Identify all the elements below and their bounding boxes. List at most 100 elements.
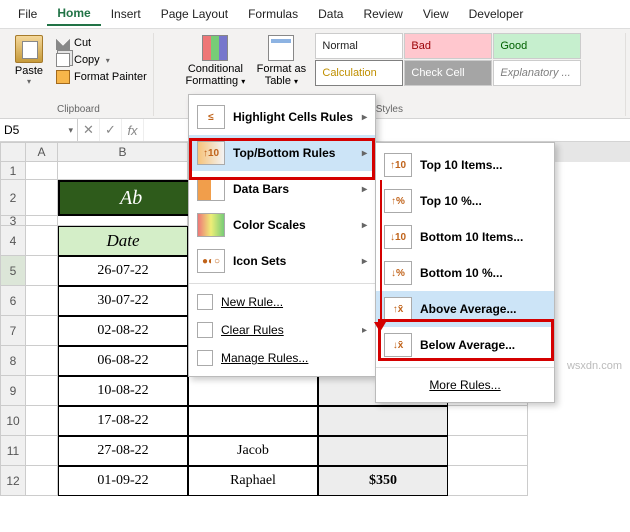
cell[interactable] [318, 406, 448, 436]
tab-developer[interactable]: Developer [459, 3, 534, 25]
col-header-b[interactable]: B [58, 142, 188, 162]
cell-name[interactable]: Jacob [188, 436, 318, 466]
tab-page-layout[interactable]: Page Layout [151, 3, 238, 25]
menu-more-rules[interactable]: More Rules... [376, 372, 554, 398]
menu-manage-rules[interactable]: Manage Rules... [189, 344, 375, 372]
cell[interactable] [26, 466, 58, 496]
row-header-5[interactable]: 5 [0, 256, 26, 286]
tab-file[interactable]: File [8, 3, 47, 25]
bottom-10-items-icon: ↓10 [384, 225, 412, 249]
menu-top-10-percent[interactable]: ↑% Top 10 %... [376, 183, 554, 219]
cell-date[interactable]: 17-08-22 [58, 406, 188, 436]
cell[interactable] [26, 226, 58, 256]
cell[interactable] [26, 316, 58, 346]
row-header-1[interactable]: 1 [0, 162, 26, 180]
tab-insert[interactable]: Insert [101, 3, 151, 25]
row-header-7[interactable]: 7 [0, 316, 26, 346]
cell[interactable] [26, 180, 58, 216]
row-header-9[interactable]: 9 [0, 376, 26, 406]
menu-below-average[interactable]: ↓x̄ Below Average... [376, 327, 554, 363]
tab-formulas[interactable]: Formulas [238, 3, 308, 25]
cell[interactable] [448, 406, 528, 436]
row-header-6[interactable]: 6 [0, 286, 26, 316]
cell[interactable] [448, 436, 528, 466]
menu-bottom-10-items[interactable]: ↓10 Bottom 10 Items... [376, 219, 554, 255]
row-header-11[interactable]: 11 [0, 436, 26, 466]
chevron-right-icon: ▸ [362, 184, 367, 195]
tab-home[interactable]: Home [47, 2, 100, 26]
cell[interactable] [188, 406, 318, 436]
cell[interactable] [26, 406, 58, 436]
chevron-right-icon: ▸ [362, 256, 367, 267]
row-header-12[interactable]: 12 [0, 466, 26, 496]
menu-highlight-cells-rules[interactable]: ≤ Highlight Cells Rules ▸ [189, 99, 375, 135]
cell[interactable] [188, 376, 318, 406]
style-calculation[interactable]: Calculation [315, 60, 403, 86]
cell[interactable] [448, 466, 528, 496]
cell-date[interactable]: 10-08-22 [58, 376, 188, 406]
conditional-formatting-button[interactable]: Conditional Formatting ▾ [183, 33, 247, 101]
style-good[interactable]: Good [493, 33, 581, 59]
cell-name[interactable]: Raphael [188, 466, 318, 496]
cell-amount[interactable]: $350 [318, 466, 448, 496]
cell[interactable] [26, 216, 58, 226]
style-explanatory[interactable]: Explanatory ... [493, 60, 581, 86]
cell-date[interactable]: 26-07-22 [58, 256, 188, 286]
menu-color-scales[interactable]: Color Scales ▸ [189, 207, 375, 243]
select-all-corner[interactable] [0, 142, 26, 162]
clear-rules-icon [197, 322, 213, 338]
row-header-3[interactable]: 3 [0, 216, 26, 226]
top-bottom-icon: ↑10 [197, 141, 225, 165]
menu-clear-rules[interactable]: Clear Rules ▸ [189, 316, 375, 344]
watermark: wsxdn.com [567, 360, 622, 372]
cell-date[interactable]: 27-08-22 [58, 436, 188, 466]
cell-date[interactable]: 30-07-22 [58, 286, 188, 316]
color-scales-icon [197, 213, 225, 237]
data-bars-icon [197, 177, 225, 201]
tab-data[interactable]: Data [308, 3, 353, 25]
menu-top-10-items[interactable]: ↑10 Top 10 Items... [376, 147, 554, 183]
cell[interactable] [58, 162, 188, 180]
tab-view[interactable]: View [413, 3, 459, 25]
header-date[interactable]: Date [58, 226, 188, 256]
chevron-down-icon: ▾ [68, 125, 73, 136]
style-normal[interactable]: Normal [315, 33, 403, 59]
cell[interactable] [26, 286, 58, 316]
paste-icon [15, 35, 43, 63]
cell[interactable] [58, 216, 188, 226]
menu-top-bottom-rules[interactable]: ↑10 Top/Bottom Rules ▸ [189, 135, 375, 171]
copy-button[interactable]: Copy▾ [54, 52, 149, 68]
cell[interactable] [26, 436, 58, 466]
fx-icon[interactable]: fx [122, 119, 144, 141]
style-bad[interactable]: Bad [404, 33, 492, 59]
cell-styles-gallery[interactable]: Normal Bad Good Calculation Check Cell E… [315, 33, 595, 86]
col-header-a[interactable]: A [26, 142, 58, 162]
menu-bottom-10-percent[interactable]: ↓% Bottom 10 %... [376, 255, 554, 291]
format-painter-button[interactable]: Format Painter [54, 69, 149, 85]
cell[interactable] [26, 346, 58, 376]
row-header-4[interactable]: 4 [0, 226, 26, 256]
cell-date[interactable]: 06-08-22 [58, 346, 188, 376]
cell-date[interactable]: 02-08-22 [58, 316, 188, 346]
separator [376, 367, 554, 368]
cell[interactable] [26, 256, 58, 286]
cell[interactable] [26, 376, 58, 406]
menu-data-bars[interactable]: Data Bars ▸ [189, 171, 375, 207]
cell[interactable] [26, 162, 58, 180]
tab-review[interactable]: Review [353, 3, 412, 25]
cut-button[interactable]: Cut [54, 35, 149, 51]
style-check-cell[interactable]: Check Cell [404, 60, 492, 86]
menu-above-average[interactable]: ↑x̄ Above Average... [376, 291, 554, 327]
row-header-10[interactable]: 10 [0, 406, 26, 436]
row-header-8[interactable]: 8 [0, 346, 26, 376]
cancel-formula-button[interactable]: ✕ [78, 119, 100, 141]
cell-date[interactable]: 01-09-22 [58, 466, 188, 496]
cell[interactable] [318, 436, 448, 466]
paste-button[interactable]: Paste ▾ [8, 33, 50, 88]
menu-new-rule[interactable]: New Rule... [189, 288, 375, 316]
name-box[interactable]: D5▾ [0, 119, 78, 141]
menu-icon-sets[interactable]: ●◐○ Icon Sets ▸ [189, 243, 375, 279]
format-as-table-button[interactable]: Format as Table ▾ [249, 33, 313, 101]
confirm-formula-button[interactable]: ✓ [100, 119, 122, 141]
row-header-2[interactable]: 2 [0, 180, 26, 216]
